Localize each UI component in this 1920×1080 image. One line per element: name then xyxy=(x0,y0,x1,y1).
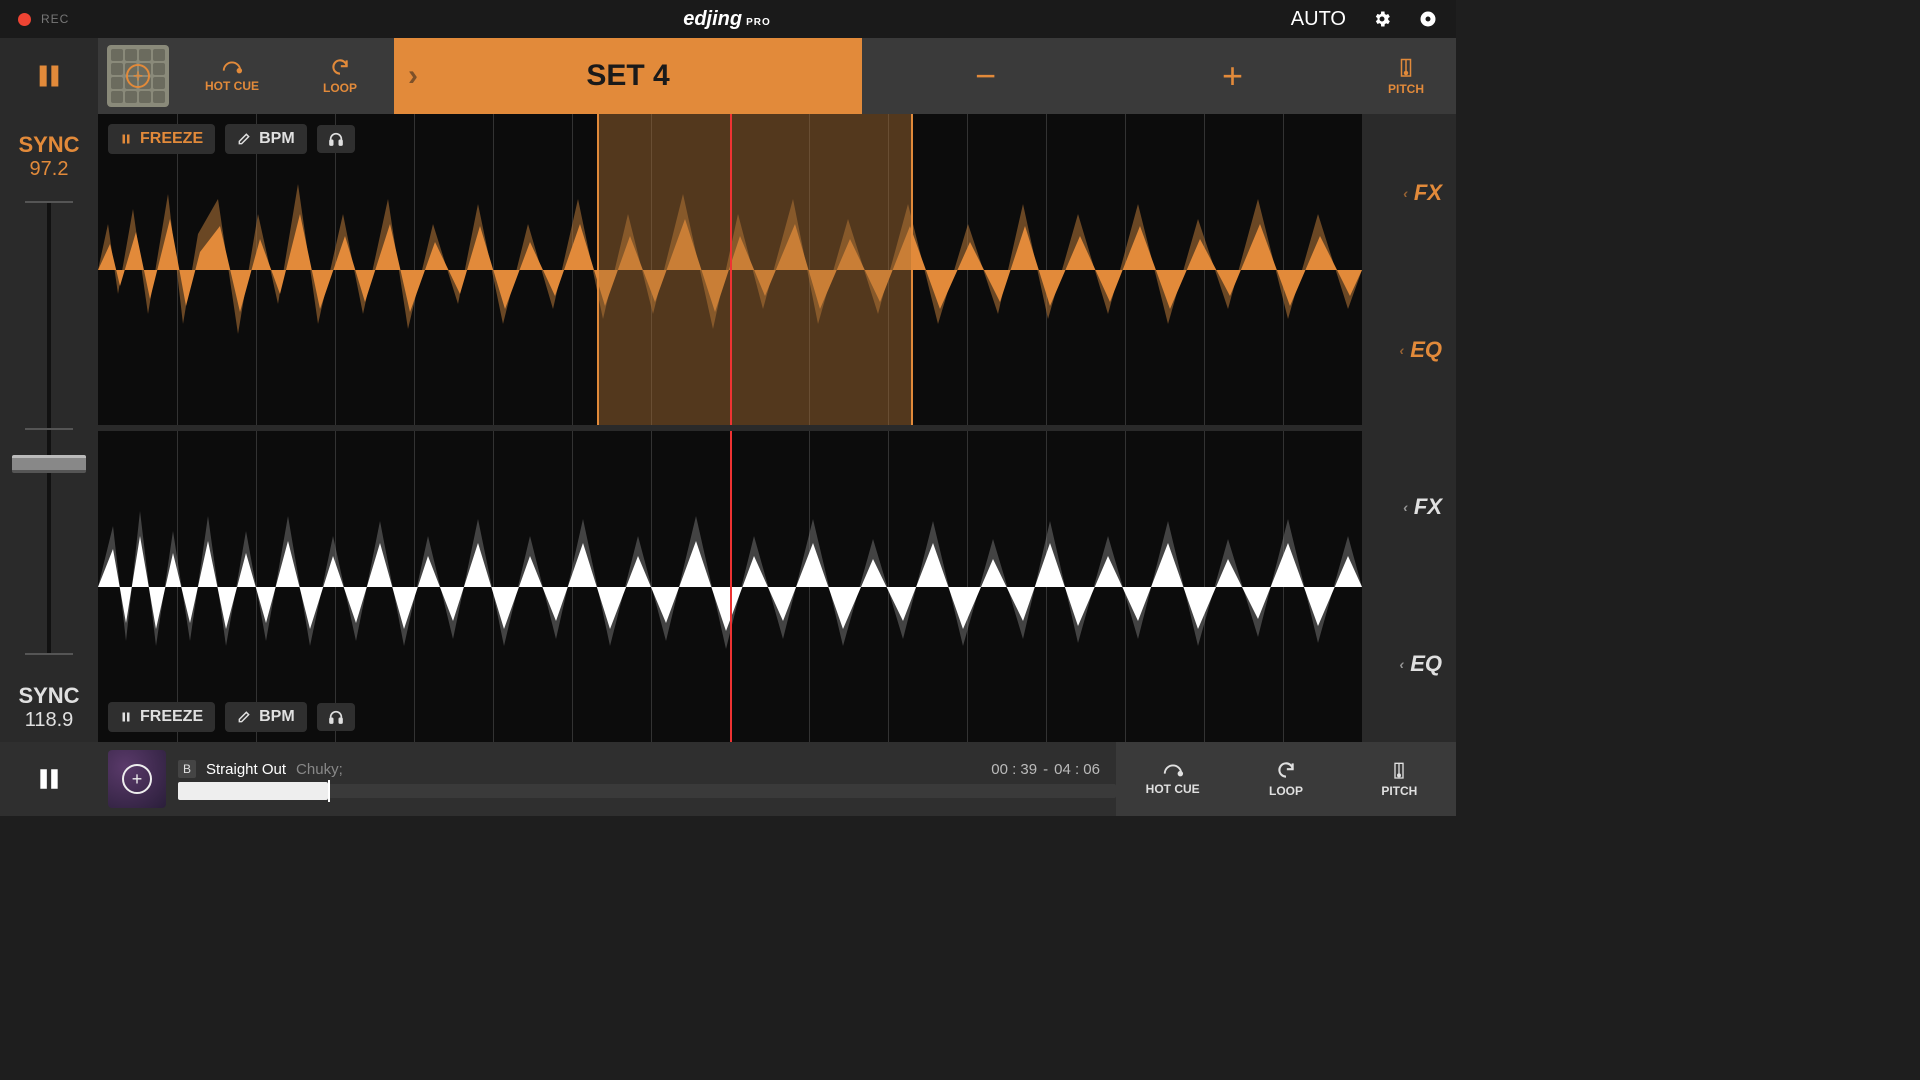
fx-button-b[interactable]: ‹FX xyxy=(1403,494,1442,520)
waveform-area: FREEZE BPM xyxy=(98,114,1362,742)
bottom-bar: + B Straight Out Chuky; 00 : 39-04 : 06 … xyxy=(0,742,1456,816)
eq-button-a[interactable]: ‹EQ xyxy=(1400,337,1442,363)
freeze-button-a[interactable]: FREEZE xyxy=(108,124,215,154)
hotcue-button-a[interactable]: HOT CUE xyxy=(178,38,286,114)
crossfader-rail: SYNC 97.2 SYNC 118.9 xyxy=(0,114,98,742)
plus-icon: + xyxy=(126,64,150,88)
top-bar: REC edjing PRO AUTO xyxy=(0,0,1456,38)
settings-icon[interactable] xyxy=(1372,9,1392,29)
chevron-left-icon: ‹ xyxy=(1403,185,1408,201)
hotcue-button-b[interactable]: HOT CUE xyxy=(1116,742,1229,816)
chevron-left-icon: ‹ xyxy=(1400,656,1405,672)
waveform-deck-a[interactable]: FREEZE BPM xyxy=(98,114,1362,425)
waveform-deck-b[interactable]: FREEZE BPM xyxy=(98,431,1362,742)
loop-set-selector[interactable]: › SET 4 xyxy=(394,38,862,114)
app-logo: edjing PRO xyxy=(683,8,773,31)
record-library-icon[interactable] xyxy=(1418,9,1438,29)
crossfader-handle[interactable] xyxy=(12,455,86,473)
bottom-controls: HOT CUE LOOP PITCH xyxy=(1116,742,1456,816)
loop-button-a[interactable]: LOOP xyxy=(286,38,394,114)
toolbar-deck-a: + HOT CUE LOOP › SET 4 − + PITCH xyxy=(0,38,1456,114)
tempo-minus-button[interactable]: − xyxy=(862,38,1109,114)
loop-button-b[interactable]: LOOP xyxy=(1229,742,1342,816)
bpm-edit-button-b[interactable]: BPM xyxy=(225,702,307,732)
playhead-b xyxy=(730,431,732,742)
tempo-plus-button[interactable]: + xyxy=(1109,38,1356,114)
record-indicator-icon[interactable] xyxy=(18,13,31,26)
album-art[interactable]: + xyxy=(108,750,166,808)
track-info: B Straight Out Chuky; 00 : 39-04 : 06 xyxy=(178,760,1116,798)
chevron-left-icon: ‹ xyxy=(1403,499,1408,515)
track-time: 00 : 39-04 : 06 xyxy=(991,761,1100,778)
eq-button-b[interactable]: ‹EQ xyxy=(1400,651,1442,677)
track-overview[interactable] xyxy=(178,784,1116,798)
bpm-edit-button-a[interactable]: BPM xyxy=(225,124,307,154)
pause-button-a[interactable] xyxy=(0,38,98,114)
freeze-button-b[interactable]: FREEZE xyxy=(108,702,215,732)
track-artist: Chuky; xyxy=(296,761,343,778)
add-track-icon: + xyxy=(122,764,152,794)
track-title: Straight Out xyxy=(206,761,286,778)
chevron-left-icon: ‹ xyxy=(1400,342,1405,358)
fx-button-a[interactable]: ‹FX xyxy=(1403,180,1442,206)
pause-button-b[interactable] xyxy=(0,763,98,795)
record-label: REC xyxy=(41,12,69,26)
chevron-right-icon: › xyxy=(408,59,418,93)
sync-deck-a[interactable]: SYNC 97.2 xyxy=(18,114,79,191)
crossfader[interactable] xyxy=(47,201,51,655)
loop-region-a[interactable] xyxy=(597,114,913,425)
cue-headphones-button-a[interactable] xyxy=(317,125,355,153)
playhead-a xyxy=(730,114,732,425)
main-area: SYNC 97.2 SYNC 118.9 xyxy=(0,114,1456,742)
pitch-button-b[interactable]: PITCH xyxy=(1343,742,1456,816)
pitch-button-a[interactable]: PITCH xyxy=(1356,38,1456,114)
automix-button[interactable]: AUTO xyxy=(1291,8,1346,31)
cue-headphones-button-b[interactable] xyxy=(317,703,355,731)
sampler-button[interactable]: + xyxy=(98,38,178,114)
sync-deck-b[interactable]: SYNC 118.9 xyxy=(18,665,79,742)
right-rail: ‹FX ‹EQ ‹FX ‹EQ xyxy=(1362,114,1456,742)
deck-badge: B xyxy=(178,760,196,778)
